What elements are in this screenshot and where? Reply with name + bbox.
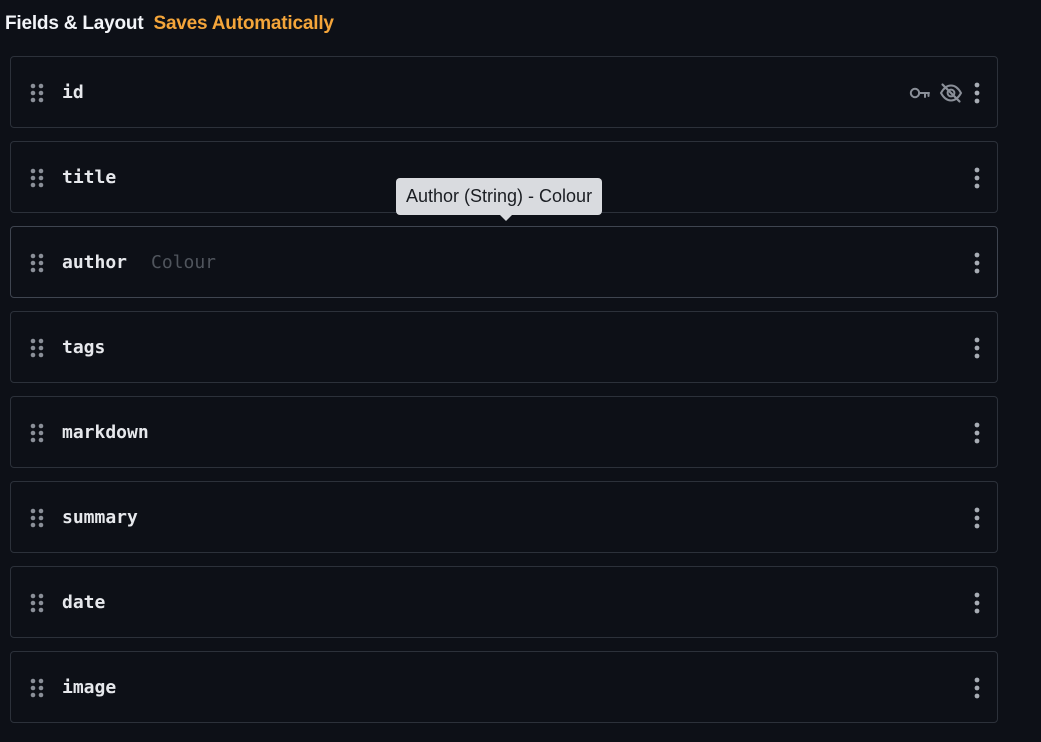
fields-layout-page: Fields & Layout Saves Automatically id t…: [0, 0, 1041, 742]
row-actions: [971, 334, 983, 362]
tooltip-arrow: [499, 214, 513, 221]
drag-handle-icon[interactable]: [30, 168, 44, 188]
field-row-tags[interactable]: tags: [10, 311, 998, 383]
more-vertical-icon[interactable]: [971, 336, 983, 360]
row-actions: [971, 674, 983, 702]
field-row-image[interactable]: image: [10, 651, 998, 723]
row-actions: [971, 504, 983, 532]
section-header: Fields & Layout Saves Automatically: [5, 11, 334, 37]
field-name: summary: [62, 507, 138, 528]
more-vertical-icon[interactable]: [971, 251, 983, 275]
field-row-id[interactable]: id: [10, 56, 998, 128]
row-actions: [971, 164, 983, 192]
section-title: Fields & Layout: [5, 13, 144, 34]
field-name: tags: [62, 337, 106, 358]
field-name: author: [62, 252, 128, 273]
row-actions: [971, 249, 983, 277]
field-row-author[interactable]: author Colour: [10, 226, 998, 298]
more-vertical-icon[interactable]: [971, 421, 983, 445]
drag-handle-icon[interactable]: [30, 678, 44, 698]
row-actions: [971, 589, 983, 617]
drag-handle-icon[interactable]: [30, 423, 44, 443]
field-name: date: [62, 592, 106, 613]
drag-handle-icon[interactable]: [30, 83, 44, 103]
more-vertical-icon[interactable]: [971, 506, 983, 530]
field-name: title: [62, 167, 117, 188]
more-vertical-icon[interactable]: [971, 676, 983, 700]
key-icon[interactable]: [909, 81, 931, 105]
field-name: image: [62, 677, 117, 698]
autosave-status: Saves Automatically: [153, 13, 334, 34]
field-name: markdown: [62, 422, 149, 443]
more-vertical-icon[interactable]: [971, 81, 983, 105]
more-vertical-icon[interactable]: [971, 591, 983, 615]
field-tooltip: Author (String) - Colour: [396, 178, 603, 215]
row-actions: [971, 419, 983, 447]
field-row-summary[interactable]: summary: [10, 481, 998, 553]
field-row-markdown[interactable]: markdown: [10, 396, 998, 468]
eye-off-icon[interactable]: [939, 81, 963, 105]
field-row-date[interactable]: date: [10, 566, 998, 638]
drag-handle-icon[interactable]: [30, 338, 44, 358]
more-vertical-icon[interactable]: [971, 166, 983, 190]
field-note: Colour: [151, 252, 217, 273]
drag-handle-icon[interactable]: [30, 593, 44, 613]
drag-handle-icon[interactable]: [30, 508, 44, 528]
row-actions: [909, 79, 983, 107]
drag-handle-icon[interactable]: [30, 253, 44, 273]
field-name: id: [62, 82, 84, 103]
